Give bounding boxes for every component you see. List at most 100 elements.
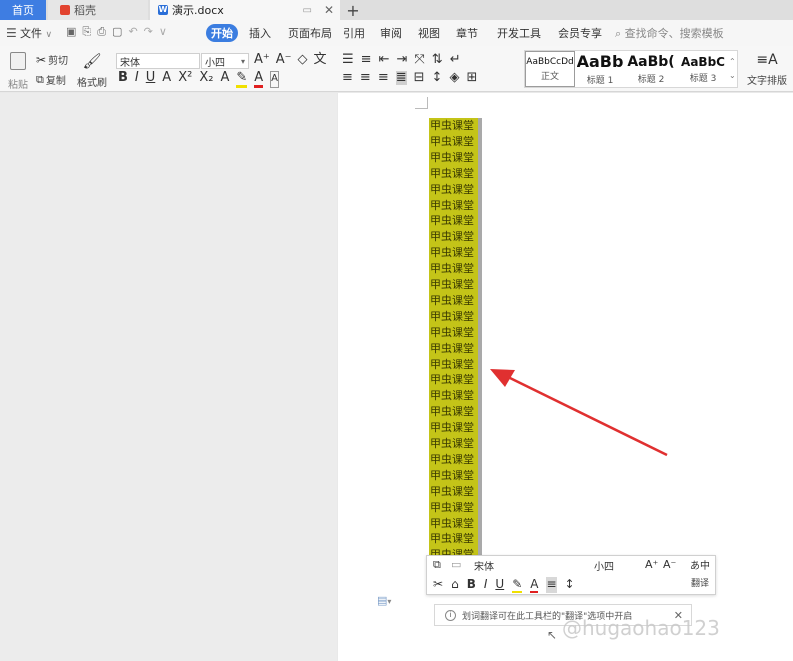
undo-icon[interactable]: ↶ [128,25,137,41]
font-size-select[interactable]: 小四 ▾ [201,53,249,69]
font-color-icon[interactable]: A [254,71,264,88]
mini-cut-icon[interactable]: ✂ [433,577,443,593]
decrease-indent-icon[interactable]: ⇤ [379,53,390,67]
document-text-line[interactable]: 甲虫课堂 [430,531,478,547]
close-tab-icon[interactable]: ✕ [324,3,334,17]
print-preview-icon[interactable]: ▢ [112,25,122,41]
italic-icon[interactable]: I [135,71,139,88]
menu-references[interactable]: 引用 [343,25,365,41]
menu-view[interactable]: 视图 [418,25,440,41]
search-box[interactable]: ⌕ 查找命令、搜索模板 [615,25,724,41]
align-right-icon[interactable]: ≡ [378,71,389,85]
document-text-line[interactable]: 甲虫课堂 [430,245,478,261]
line-spacing-icon[interactable]: ↕ [432,71,443,85]
document-text-line[interactable]: 甲虫课堂 [430,404,478,420]
tab-document[interactable]: W 演示.docx ▭ ✕ [150,0,340,20]
grow-font-icon[interactable]: A⁺ [254,53,270,67]
mini-highlight-icon[interactable]: ✎ [512,577,523,593]
document-text-line[interactable]: 甲虫课堂 [430,325,478,341]
document-text-line[interactable]: 甲虫课堂 [430,357,478,373]
menu-member[interactable]: 会员专享 [558,25,602,41]
menu-file[interactable]: 文件 ∨ [20,25,52,41]
mini-copy-icon[interactable]: ⧉ [433,558,441,572]
mini-font-size[interactable]: 小四 [591,558,635,573]
document-text-line[interactable]: 甲虫课堂 [430,468,478,484]
document-text-line[interactable]: 甲虫课堂 [430,166,478,182]
document-text-line[interactable]: 甲虫课堂 [430,277,478,293]
menu-insert[interactable]: 插入 [249,25,271,41]
highlighted-text-column[interactable]: 甲虫课堂 甲虫课堂 甲虫课堂 甲虫课堂 甲虫课堂 甲虫课堂 甲虫课堂 甲虫课堂 甲虫课堂 甲虫课堂… [429,118,478,558]
menu-page-layout[interactable]: 页面布局 [288,25,332,41]
subscript-icon[interactable]: X₂ [199,71,213,88]
paragraph-menu-icon[interactable]: ▤▾ [377,594,391,607]
shrink-font-icon[interactable]: A⁻ [276,53,292,67]
document-text-line[interactable]: 甲虫课堂 [430,452,478,468]
document-text-line[interactable]: 甲虫课堂 [430,198,478,214]
clear-format-icon[interactable]: ◇ [298,53,308,67]
mini-format-painter-icon[interactable]: ⌂ [451,577,459,593]
mini-font-color-icon[interactable]: A [530,577,539,593]
align-center-icon[interactable]: ≡ [360,71,371,85]
save-icon[interactable]: ▣ [66,25,76,41]
mini-shrink-font-icon[interactable]: A⁻ [663,558,676,571]
document-text-line[interactable]: 甲虫课堂 [430,213,478,229]
font-name-select[interactable]: 宋体 [116,53,200,69]
customize-icon[interactable]: ∨ [159,25,167,41]
justify-icon[interactable]: ≣ [395,71,407,85]
pin-icon[interactable]: ▭ [302,5,311,16]
document-text-line[interactable]: 甲虫课堂 [430,341,478,357]
menu-review[interactable]: 审阅 [380,25,402,41]
show-marks-icon[interactable]: ↵ [450,53,461,67]
style-normal[interactable]: AaBbCcDd 正文 [525,51,575,87]
document-text-line[interactable]: 甲虫课堂 [430,118,478,134]
document-text-line[interactable]: 甲虫课堂 [430,388,478,404]
shading-icon[interactable]: ◈ [449,71,459,85]
mini-align-icon[interactable]: ≡ [546,577,557,593]
document-text-line[interactable]: 甲虫课堂 [430,150,478,166]
document-text-line[interactable]: 甲虫课堂 [430,420,478,436]
distribute-icon[interactable]: ⊟ [414,71,425,85]
mini-font-name[interactable]: 宋体 [471,558,589,573]
mini-underline-icon[interactable]: U [495,577,504,593]
format-painter-button[interactable]: 🖌 格式刷 [76,50,108,90]
menu-section[interactable]: 章节 [456,25,478,41]
document-text-line[interactable]: 甲虫课堂 [430,436,478,452]
tab-home[interactable]: 首页 [0,0,46,20]
increase-indent-icon[interactable]: ⇥ [396,53,407,67]
style-heading1[interactable]: AaBb 标题 1 [577,51,623,87]
redo-icon[interactable]: ↷ [144,25,153,41]
document-text-line[interactable]: 甲虫课堂 [430,229,478,245]
document-text-line[interactable]: 甲虫课堂 [430,309,478,325]
copy-button[interactable]: ⧉ 复制 [36,72,66,88]
mini-grow-font-icon[interactable]: A⁺ [645,558,658,571]
strikethrough-icon[interactable]: A [162,71,171,88]
tab-daoke[interactable]: 稻壳 [48,0,148,20]
sort-icon[interactable]: ⇅ [432,53,443,67]
borders-icon[interactable]: ⊞ [466,71,477,85]
mini-paste-icon[interactable]: ▭ [451,558,461,571]
document-text-line[interactable]: 甲虫课堂 [430,134,478,150]
mini-bold-icon[interactable]: B [467,577,476,593]
menu-developer[interactable]: 开发工具 [497,25,541,41]
chinese-layout-icon[interactable]: ⤧ [414,53,424,67]
style-heading3[interactable]: AaBbC 标题 3 [679,51,727,87]
pinyin-icon[interactable]: 文 [314,53,327,67]
superscript-icon[interactable]: X² [178,71,192,88]
numbered-list-icon[interactable]: ≡ [361,53,372,67]
underline-icon[interactable]: U [146,71,156,88]
cut-button[interactable]: ✂ 剪切 [36,52,68,68]
align-left-icon[interactable]: ≡ [342,71,353,85]
document-text-line[interactable]: 甲虫课堂 [430,182,478,198]
document-text-line[interactable]: 甲虫课堂 [430,484,478,500]
styles-scroll-icon[interactable]: ⌃ ⌄ [729,55,737,83]
document-text-line[interactable]: 甲虫课堂 [430,500,478,516]
mini-italic-icon[interactable]: I [484,577,488,593]
hamburger-icon[interactable]: ☰ [6,26,17,40]
document-text-line[interactable]: 甲虫课堂 [430,293,478,309]
style-heading2[interactable]: AaBb( 标题 2 [625,51,677,87]
menu-start[interactable]: 开始 [206,24,238,42]
document-text-line[interactable]: 甲虫课堂 [430,372,478,388]
text-layout-button[interactable]: ≡A 文字排版 [744,50,790,90]
document-text-line[interactable]: 甲虫课堂 [430,261,478,277]
highlight-icon[interactable]: ✎ [236,71,248,88]
